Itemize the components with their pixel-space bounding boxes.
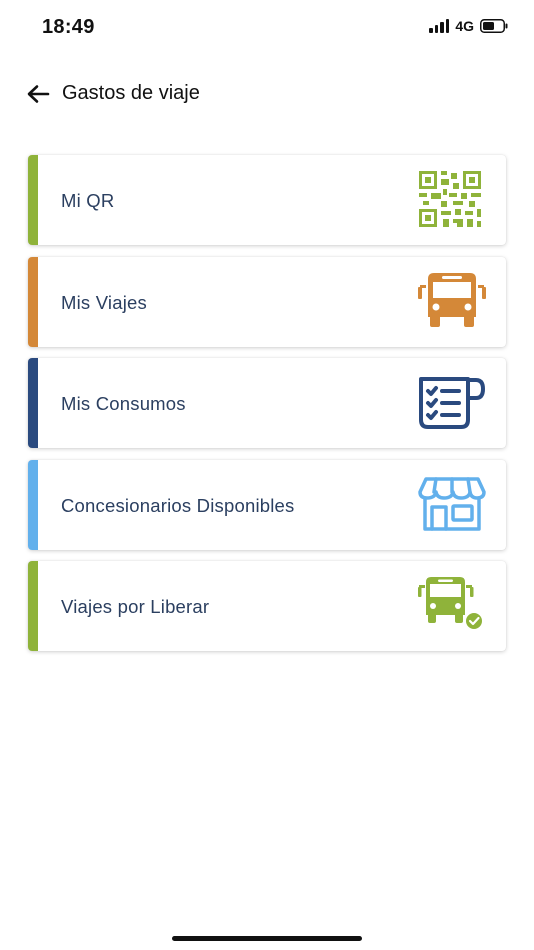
bus-icon [418, 271, 486, 331]
accent-bar [28, 155, 38, 245]
menu-item-mis-consumos[interactable]: Mis Consumos [28, 358, 506, 448]
qr-code-icon [418, 169, 486, 229]
menu-item-label: Mis Consumos [61, 393, 186, 414]
battery-icon [480, 19, 508, 33]
status-bar: 18:49 4G [0, 0, 534, 56]
menu-item-label: Mis Viajes [61, 291, 147, 313]
menu-item-label: Concesionarios Disponibles [61, 494, 295, 516]
bus-check-icon [418, 575, 486, 635]
page-title: Gastos de viaje [62, 82, 200, 104]
back-button[interactable] [24, 80, 52, 108]
accent-bar [28, 358, 38, 448]
arrow-left-icon [27, 85, 50, 103]
network-label: 4G [455, 18, 474, 34]
accent-bar [28, 459, 38, 550]
menu-item-viajes-por-liberar[interactable]: Viajes por Liberar [28, 561, 506, 651]
menu-item-label: Viajes por Liberar [61, 596, 210, 617]
menu-item-mis-viajes[interactable]: Mis Viajes [28, 256, 506, 347]
store-icon [418, 474, 486, 534]
menu-item-concesionarios-disponibles[interactable]: Concesionarios Disponibles [28, 459, 506, 550]
menu-list: Mi QR Mis Viajes Mis Consumos Concesiona… [28, 155, 506, 663]
signal-icon [429, 19, 450, 33]
app-header: Gastos de viaje [0, 72, 534, 116]
status-indicators: 4G [429, 18, 508, 34]
checklist-cup-icon [418, 372, 486, 432]
menu-item-mi-qr[interactable]: Mi QR [28, 155, 506, 245]
menu-item-label: Mi QR [61, 190, 115, 211]
status-time: 18:49 [42, 16, 95, 38]
accent-bar [28, 256, 38, 347]
home-indicator[interactable] [172, 936, 362, 941]
accent-bar [28, 561, 38, 651]
